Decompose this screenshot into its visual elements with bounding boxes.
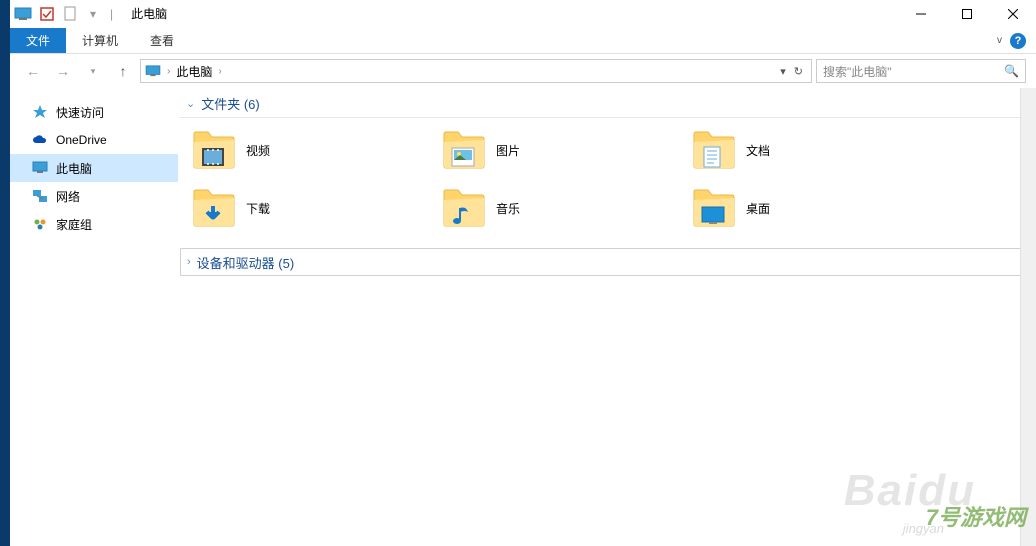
folder-label: 视频 — [246, 142, 270, 159]
ribbon-expand-icon[interactable]: v — [997, 35, 1002, 46]
folder-item-video[interactable]: 视频 — [190, 126, 440, 174]
tab-file[interactable]: 文件 — [10, 28, 66, 53]
chevron-right-icon[interactable]: › — [218, 66, 221, 77]
forward-button[interactable]: → — [50, 58, 76, 84]
qat-properties-icon[interactable] — [38, 5, 56, 23]
address-dropdown-icon[interactable]: ▾ — [780, 65, 786, 78]
folder-icon — [692, 188, 736, 228]
sidebar-item-network[interactable]: 网络 — [10, 182, 178, 210]
chevron-right-icon: › — [187, 256, 191, 268]
close-button[interactable] — [990, 0, 1036, 28]
up-button[interactable]: ↑ — [110, 58, 136, 84]
help-icon[interactable]: ? — [1010, 33, 1026, 49]
folder-label: 文档 — [746, 142, 770, 159]
system-icon — [14, 5, 32, 23]
documents-icon — [700, 146, 726, 168]
network-icon — [32, 188, 48, 204]
folder-icon — [692, 130, 736, 170]
sidebar-item-thispc[interactable]: 此电脑 — [10, 154, 178, 182]
folder-icon — [192, 188, 236, 228]
titlebar: ▾ | 此电脑 — [10, 0, 1036, 28]
tab-view[interactable]: 查看 — [134, 28, 190, 53]
folder-item-downloads[interactable]: 下载 — [190, 184, 440, 232]
content-pane: ⌄ 文件夹 (6) 视频 图片 文档下载 音乐 桌面 › 设备和驱动器 (5) — [178, 88, 1036, 546]
sidebar-item-label: 快速访问 — [56, 104, 104, 121]
pc-icon — [32, 160, 48, 176]
explorer-window: ▾ | 此电脑 文件 计算机 查看 v ? ← → ▾ ↑ › 此电脑 › — [10, 0, 1036, 546]
sidebar-item-label: 网络 — [56, 188, 80, 205]
sidebar-item-label: 家庭组 — [56, 216, 92, 233]
folder-icon — [442, 130, 486, 170]
tab-computer[interactable]: 计算机 — [66, 28, 134, 53]
group-header-folders[interactable]: ⌄ 文件夹 (6) — [180, 90, 1030, 118]
sidebar-item-label: 此电脑 — [56, 160, 92, 177]
window-title: 此电脑 — [131, 5, 167, 22]
search-input[interactable]: 搜索"此电脑" 🔍 — [816, 59, 1026, 83]
homegroup-icon — [32, 216, 48, 232]
chevron-right-icon[interactable]: › — [167, 66, 170, 77]
star-icon — [32, 104, 48, 120]
ribbon-tabs: 文件 计算机 查看 v ? — [10, 28, 1036, 54]
pictures-icon — [450, 146, 476, 168]
sidebar-item-label: OneDrive — [56, 133, 107, 147]
refresh-icon[interactable]: ↻ — [794, 65, 803, 78]
folder-item-music[interactable]: 音乐 — [440, 184, 690, 232]
maximize-button[interactable] — [944, 0, 990, 28]
search-placeholder: 搜索"此电脑" — [823, 63, 892, 80]
group-title: 设备和驱动器 (5) — [197, 253, 295, 272]
search-icon[interactable]: 🔍 — [1004, 64, 1019, 78]
recent-dropdown[interactable]: ▾ — [80, 58, 106, 84]
pc-icon — [145, 65, 161, 77]
desktop-icon — [700, 204, 726, 226]
sidebar-item-quickaccess[interactable]: 快速访问 — [10, 98, 178, 126]
folder-item-desktop[interactable]: 桌面 — [690, 184, 940, 232]
scrollbar[interactable] — [1020, 88, 1036, 546]
sidebar-item-onedrive[interactable]: OneDrive — [10, 126, 178, 154]
folder-icon — [442, 188, 486, 228]
qat-dropdown-icon[interactable] — [62, 5, 80, 23]
breadcrumb-thispc[interactable]: 此电脑 — [176, 63, 212, 80]
cloud-icon — [32, 132, 48, 148]
navigation-pane: 快速访问 OneDrive 此电脑 网络 家庭组 — [10, 88, 178, 546]
back-button[interactable]: ← — [20, 58, 46, 84]
navigation-bar: ← → ▾ ↑ › 此电脑 › ▾ ↻ 搜索"此电脑" 🔍 — [10, 54, 1036, 88]
group-title: 文件夹 (6) — [201, 94, 260, 113]
video-icon — [200, 146, 226, 168]
folder-item-pictures[interactable]: 图片 — [440, 126, 690, 174]
folder-label: 音乐 — [496, 200, 520, 217]
sidebar-item-homegroup[interactable]: 家庭组 — [10, 210, 178, 238]
folder-label: 图片 — [496, 142, 520, 159]
music-icon — [450, 204, 476, 226]
minimize-button[interactable] — [898, 0, 944, 28]
folder-label: 桌面 — [746, 200, 770, 217]
qat-separator[interactable]: ▾ — [90, 7, 96, 21]
title-separator: | — [110, 7, 113, 21]
chevron-down-icon: ⌄ — [186, 97, 195, 110]
folder-item-documents[interactable]: 文档 — [690, 126, 940, 174]
downloads-icon — [200, 204, 226, 226]
folder-icon — [192, 130, 236, 170]
group-header-devices[interactable]: › 设备和驱动器 (5) — [180, 248, 1030, 276]
folder-label: 下载 — [246, 200, 270, 217]
address-bar[interactable]: › 此电脑 › ▾ ↻ — [140, 59, 812, 83]
